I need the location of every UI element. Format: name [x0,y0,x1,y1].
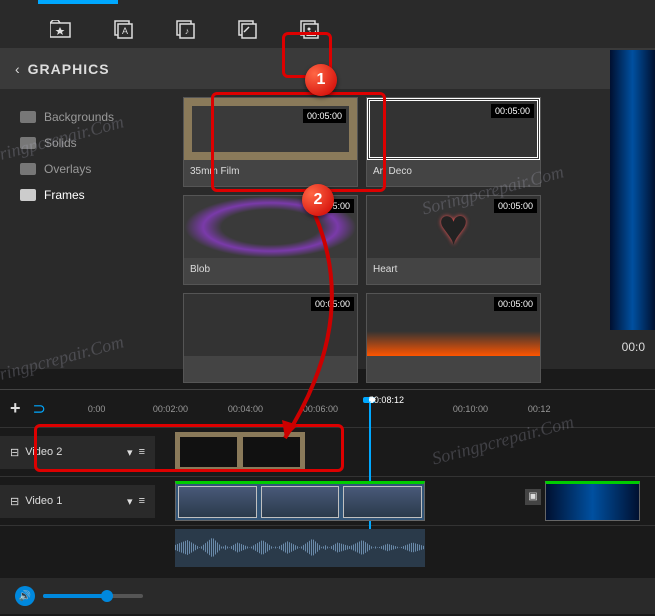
audio-tab-icon[interactable]: ♪ [174,18,196,40]
track-video-2: ⊟ Video 2 ▾ ≡ [0,427,655,476]
sidebar-item-backgrounds[interactable]: Backgrounds [10,104,165,130]
track-menu-icon[interactable]: ≡ [139,495,145,507]
graphics-tab-icon[interactable] [298,18,320,40]
folder-icon [20,111,36,123]
timeline-ruler[interactable]: 0:00 00:02:00 00:04:00 00:06:00 00:10:00… [58,399,645,419]
track-video-1: ⊟ Video 1 ▾ ≡ ▣ [0,476,655,525]
track-menu-icon[interactable]: ≡ [139,446,145,458]
playhead[interactable]: ◆ ✂ 00:08:12 [363,397,375,403]
chevron-down-icon[interactable]: ▾ [127,495,133,508]
graphic-item-35mm[interactable]: 00:05:0035mm Film [183,97,358,187]
favorites-tab-icon[interactable] [50,18,72,40]
clip-video-blue[interactable] [545,481,640,521]
track-header[interactable]: ⊟ Video 2 ▾ ≡ [0,436,155,469]
back-icon[interactable]: ‹ [15,61,20,77]
panel-title: GRAPHICS [28,61,110,77]
sidebar-item-overlays[interactable]: Overlays [10,156,165,182]
graphic-item-blob[interactable]: 00:05:00Blob [183,195,358,285]
graphic-item-6[interactable]: 00:05:00 [366,293,541,383]
svg-text:♪: ♪ [185,26,190,36]
add-track-button[interactable]: + [10,398,21,419]
folder-icon [20,137,36,149]
graphic-item-5[interactable]: 00:05:00 [183,293,358,383]
video-track-icon: ⊟ [10,495,19,508]
volume-icon[interactable]: 🔊 [15,586,35,606]
track-header[interactable]: ⊟ Video 1 ▾ ≡ [0,485,155,518]
video-track-icon: ⊟ [10,446,19,459]
svg-text:A: A [122,26,128,36]
annotation-callout-1: 1 [305,64,337,96]
clip-audio[interactable] [175,529,425,567]
sidebar-item-frames[interactable]: Frames [10,182,165,208]
folder-icon [20,163,36,175]
clip-35mm-frame[interactable] [175,432,305,472]
sidebar-item-solids[interactable]: Solids [10,130,165,156]
timeline-toolbar: + ⊃ 0:00 00:02:00 00:04:00 00:06:00 00:1… [0,389,655,427]
annotation-callout-2: 2 [302,184,334,216]
folder-open-icon [20,189,36,201]
bottom-bar: 🔊 [0,578,655,614]
volume-slider[interactable] [43,594,143,598]
track-audio [0,525,655,573]
text-tab-icon[interactable]: A [112,18,134,40]
graphic-item-artdeco[interactable]: 00:05:00Art Deco [366,97,541,187]
graphics-grid: 00:05:0035mm Film 00:05:00Art Deco 00:05… [175,89,655,369]
media-toolbar: A ♪ [0,10,655,48]
overlay-tab-icon[interactable] [236,18,258,40]
preview-pane [610,50,655,330]
chevron-down-icon[interactable]: ▾ [127,446,133,459]
snap-toggle-icon[interactable]: ⊃ [33,399,46,419]
clip-video-car[interactable] [175,481,425,521]
category-sidebar: Backgrounds Solids Overlays Frames [0,89,175,369]
preview-timecode: 00:0 [622,340,645,354]
transition-icon[interactable]: ▣ [525,489,541,505]
graphic-item-heart[interactable]: 00:05:00Heart [366,195,541,285]
